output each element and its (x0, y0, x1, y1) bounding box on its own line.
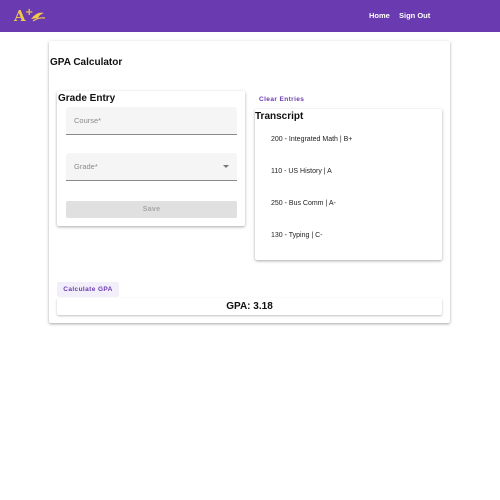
transcript-item: 250 - Bus Comm | A- (271, 200, 336, 207)
gpa-result-box: GPA: 3.18 (57, 298, 442, 315)
svg-text:+: + (25, 7, 33, 18)
nav-sign-out-link[interactable]: Sign Out (399, 11, 430, 20)
transcript-item: 130 - Typing | C- (271, 232, 323, 239)
top-app-bar: A + Home Sign Out (0, 0, 500, 32)
transcript-item: 110 - US History | A (271, 168, 332, 175)
a-plus-logo-icon[interactable]: A + (13, 5, 47, 25)
clear-entries-button[interactable]: Clear Entries (259, 96, 304, 103)
calculate-gpa-button[interactable]: Calculate GPA (57, 282, 119, 297)
grade-select[interactable]: Grade* (66, 153, 237, 181)
transcript-item: 200 - Integrated Math | B+ (271, 136, 353, 143)
grade-select-label: Grade* (74, 162, 98, 171)
gpa-result-text: GPA: 3.18 (226, 301, 273, 312)
course-input-label: Course* (74, 116, 102, 125)
transcript-title: Transcript (255, 111, 304, 122)
nav-home-link[interactable]: Home (369, 11, 390, 20)
save-button[interactable]: Save (66, 201, 237, 218)
dropdown-arrow-icon (223, 165, 229, 168)
grade-entry-title: Grade Entry (58, 93, 116, 104)
course-input[interactable]: Course* (66, 107, 237, 135)
page-title: GPA Calculator (50, 57, 123, 68)
